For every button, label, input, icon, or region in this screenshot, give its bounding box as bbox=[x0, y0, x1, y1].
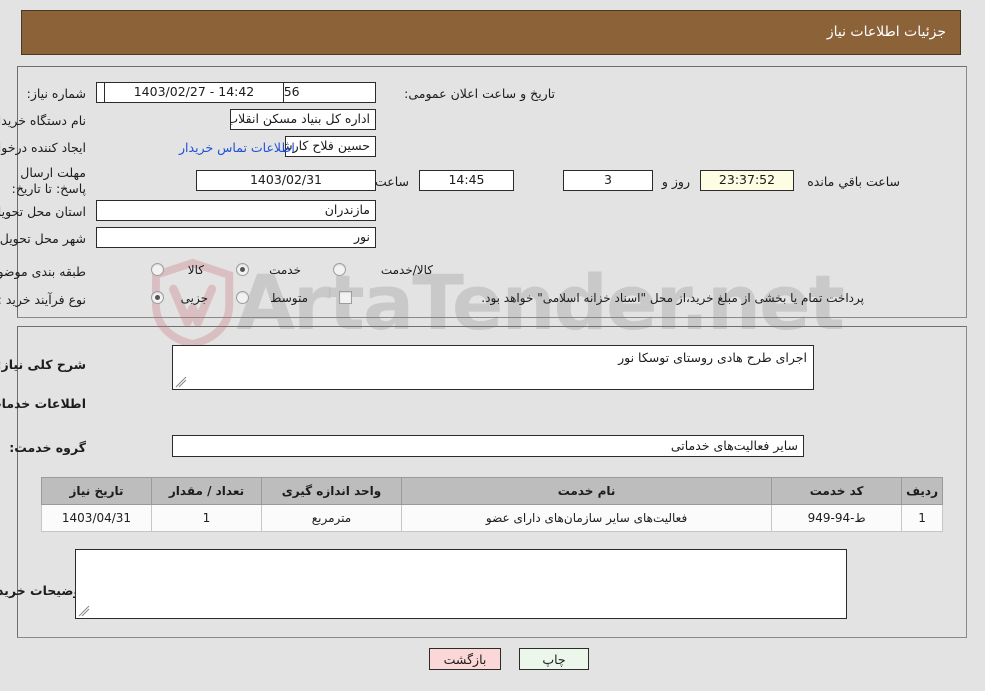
cell-row: 1 bbox=[902, 504, 944, 532]
back-button[interactable]: بازگشت bbox=[430, 648, 502, 670]
resize-grip-icon[interactable] bbox=[79, 605, 91, 617]
treasury-bonds-checkbox[interactable] bbox=[340, 291, 353, 304]
service-group-field[interactable]: سایر فعالیت‌های خدماتی bbox=[173, 435, 805, 457]
radio-process-jozi-label: جزیی bbox=[181, 291, 209, 305]
deadline-date-field[interactable]: 1403/02/31 bbox=[197, 170, 377, 191]
general-description-label: شرح کلی نیاز: bbox=[0, 357, 87, 372]
need-number-label: شماره نیاز: bbox=[27, 86, 87, 101]
subject-category-label: طبقه بندی موضوعی: bbox=[0, 264, 87, 279]
service-group-label: گروه خدمت: bbox=[10, 440, 87, 455]
radio-category-kala-label: کالا bbox=[188, 263, 205, 277]
delivery-province-field[interactable]: مازندران bbox=[97, 200, 377, 221]
purchase-process-label: نوع فرآیند خرید : bbox=[0, 292, 87, 307]
countdown-timer-field: 23:37:52 bbox=[701, 170, 795, 191]
general-description-value: اجرای طرح هادی روستای توسکا نور bbox=[619, 350, 808, 365]
buyer-notes-label: توضیحات خریدار: bbox=[0, 583, 87, 598]
services-section-heading: اطلاعات خدمات مورد نیاز bbox=[0, 396, 87, 411]
col-name: نام خدمت bbox=[401, 477, 774, 505]
cell-name: فعالیت‌های سایر سازمان‌های دارای عضو bbox=[401, 504, 774, 532]
resize-grip-icon[interactable] bbox=[176, 376, 188, 388]
cell-unit: مترمربع bbox=[262, 504, 403, 532]
radio-category-kala-khedmat-label: کالا/خدمت bbox=[381, 263, 434, 277]
radio-process-motavasset[interactable] bbox=[237, 291, 250, 304]
deadline-time-field[interactable]: 14:45 bbox=[420, 170, 515, 191]
radio-category-khedmat-label: خدمت bbox=[270, 263, 302, 277]
delivery-province-label: استان محل تحویل: bbox=[0, 204, 87, 219]
cell-qty: 1 bbox=[152, 504, 263, 532]
col-row: ردیف bbox=[902, 477, 944, 505]
delivery-city-field[interactable]: نور bbox=[97, 227, 377, 248]
buyer-org-label: نام دستگاه خریدار: bbox=[0, 113, 87, 128]
col-date: تاریخ نیاز bbox=[42, 477, 153, 505]
col-code: کد خدمت bbox=[772, 477, 904, 505]
radio-process-motavasset-label: متوسط bbox=[271, 291, 309, 305]
radio-category-kala-khedmat[interactable] bbox=[334, 263, 347, 276]
col-unit: واحد اندازه گیری bbox=[262, 477, 403, 505]
delivery-city-label: شهر محل تحویل: bbox=[0, 231, 87, 246]
request-creator-field[interactable]: حسین فلاح کارشناس حسابداری اداره کل بنیا… bbox=[286, 136, 377, 157]
radio-category-khedmat[interactable] bbox=[237, 263, 250, 276]
remaining-hours-label: ساعت باقي مانده bbox=[808, 174, 901, 189]
announce-datetime-label: تاریخ و ساعت اعلان عمومی: bbox=[405, 86, 556, 101]
radio-process-jozi[interactable] bbox=[152, 291, 165, 304]
col-qty: تعداد / مقدار bbox=[152, 477, 263, 505]
buyer-contact-link[interactable]: اطلاعات تماس خریدار bbox=[180, 140, 296, 155]
hour-label: ساعت bbox=[375, 174, 410, 189]
services-table: ردیف کد خدمت نام خدمت واحد اندازه گیری ت… bbox=[42, 477, 944, 532]
table-header-row: ردیف کد خدمت نام خدمت واحد اندازه گیری ت… bbox=[42, 477, 944, 505]
cell-code: ط-94-949 bbox=[772, 504, 904, 532]
request-creator-label: ایجاد کننده درخواست: bbox=[0, 140, 87, 155]
buyer-notes-textarea[interactable] bbox=[76, 549, 848, 619]
general-description-textarea[interactable]: اجرای طرح هادی روستای توسکا نور bbox=[173, 345, 815, 390]
radio-category-kala[interactable] bbox=[152, 263, 165, 276]
response-deadline-label: مهلت ارسال پاسخ: تا تاریخ: bbox=[12, 165, 87, 196]
page-title: جزئیات اطلاعات نیاز bbox=[827, 24, 947, 40]
need-summary-panel bbox=[18, 66, 968, 318]
cell-date: 1403/04/31 bbox=[42, 504, 153, 532]
page-header-bar: جزئیات اطلاعات نیاز bbox=[22, 10, 962, 55]
treasury-bonds-label: پرداخت تمام یا بخشی از مبلغ خرید،از محل … bbox=[482, 291, 865, 305]
announce-datetime-field[interactable]: 1403/02/27 - 14:42 bbox=[105, 82, 285, 103]
page-root: ArtaTender.net جزئیات اطلاعات نیاز شماره… bbox=[0, 0, 985, 691]
print-button[interactable]: چاپ bbox=[520, 648, 590, 670]
days-label: روز و bbox=[662, 174, 691, 189]
buyer-org-field[interactable]: اداره کل بنیاد مسکن انقلاب اسلامی استان … bbox=[231, 109, 377, 130]
remaining-days-field[interactable]: 3 bbox=[564, 170, 654, 191]
table-row[interactable]: 1 ط-94-949 فعالیت‌های سایر سازمان‌های دا… bbox=[42, 504, 944, 532]
